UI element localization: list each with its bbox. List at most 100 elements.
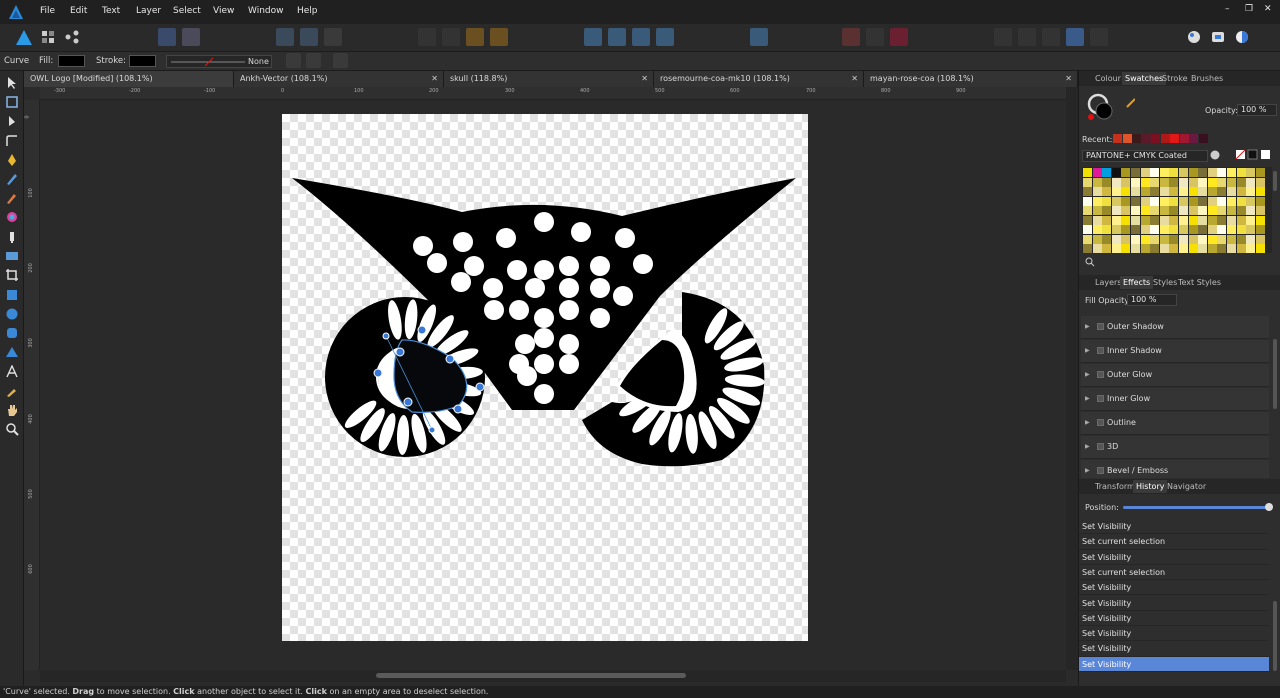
- history-item[interactable]: Set Visibility: [1079, 641, 1269, 657]
- close-tab-icon[interactable]: ✕: [1065, 74, 1072, 83]
- swatch-cell[interactable]: [1188, 177, 1198, 187]
- swatch-cell[interactable]: [1217, 206, 1227, 215]
- ruler-vertical[interactable]: 0 100 200 300 400 500 600: [24, 100, 40, 670]
- doc-tab-rosemourne[interactable]: rosemourne-coa-mk10 (108.1%) ✕: [654, 71, 864, 87]
- artboard[interactable]: [282, 114, 808, 641]
- swatch-cell[interactable]: [1207, 244, 1217, 253]
- swatch-cell[interactable]: [1227, 244, 1236, 253]
- hand-tool-icon[interactable]: [5, 403, 19, 417]
- expand-arrow-icon[interactable]: ▶: [1085, 443, 1090, 450]
- swatch-cell[interactable]: [1255, 244, 1265, 253]
- recent-swatch[interactable]: [1160, 134, 1170, 143]
- close-window-button[interactable]: ✕: [1264, 4, 1272, 14]
- swatch-cell[interactable]: [1121, 196, 1131, 206]
- order-front-button[interactable]: [490, 28, 508, 46]
- swatch-cell[interactable]: [1255, 168, 1265, 177]
- swatch-cell[interactable]: [1227, 177, 1236, 187]
- swatch-cell[interactable]: [1083, 244, 1092, 253]
- swatch-cell[interactable]: [1131, 225, 1140, 234]
- scroll-thumb[interactable]: [376, 673, 686, 678]
- swatch-cell[interactable]: [1083, 168, 1092, 177]
- swatch-cell[interactable]: [1169, 168, 1179, 177]
- swatch-cell[interactable]: [1179, 225, 1188, 234]
- swatch-cell[interactable]: [1198, 234, 1208, 244]
- menu-edit[interactable]: Edit: [70, 6, 87, 16]
- rounded-rectangle-tool-icon[interactable]: [5, 326, 19, 340]
- swatch-cell[interactable]: [1255, 215, 1265, 225]
- tab-navigator[interactable]: Navigator: [1167, 482, 1206, 491]
- recent-swatch[interactable]: [1179, 134, 1189, 143]
- swatch-cell[interactable]: [1188, 225, 1198, 234]
- close-tab-icon[interactable]: ✕: [641, 74, 648, 83]
- swatch-cell[interactable]: [1159, 177, 1169, 187]
- swatch-cell[interactable]: [1207, 206, 1217, 215]
- swatch-cell[interactable]: [1179, 206, 1188, 215]
- swatch-cell[interactable]: [1227, 225, 1236, 234]
- swatch-cell[interactable]: [1140, 206, 1150, 215]
- swatch-cell[interactable]: [1083, 187, 1092, 196]
- swatch-cell[interactable]: [1092, 225, 1102, 234]
- effect-checkbox[interactable]: [1097, 419, 1104, 426]
- swatch-cell[interactable]: [1179, 215, 1188, 225]
- slider-handle[interactable]: [1265, 503, 1273, 511]
- recent-swatch[interactable]: [1141, 134, 1151, 143]
- grid-button[interactable]: [842, 28, 860, 46]
- color-picker-tool-icon[interactable]: [5, 384, 19, 398]
- swatch-cell[interactable]: [1198, 168, 1208, 177]
- doc-tab-mayan-rose[interactable]: mayan-rose-coa (108.1%) ✕: [864, 71, 1078, 87]
- swatch-cell[interactable]: [1159, 206, 1169, 215]
- swatch-cell[interactable]: [1111, 234, 1121, 244]
- guides-button[interactable]: [866, 28, 884, 46]
- swatch-cell[interactable]: [1169, 215, 1179, 225]
- swatch-cell[interactable]: [1150, 206, 1160, 215]
- pen-tool-icon[interactable]: [5, 153, 19, 167]
- swatch-cell[interactable]: [1131, 206, 1140, 215]
- swatch-cell[interactable]: [1227, 215, 1236, 225]
- swatch-cell[interactable]: [1236, 206, 1246, 215]
- designer-persona-icon[interactable]: [14, 28, 34, 48]
- boolean-divide-button[interactable]: [1090, 28, 1108, 46]
- swatch-cell[interactable]: [1092, 215, 1102, 225]
- swatch-cell[interactable]: [1227, 168, 1236, 177]
- order-back-button[interactable]: [418, 28, 436, 46]
- swatch-cell[interactable]: [1140, 234, 1150, 244]
- swatch-cell[interactable]: [1188, 196, 1198, 206]
- swatch-cell[interactable]: [1150, 177, 1160, 187]
- menu-select[interactable]: Select: [173, 6, 201, 16]
- swatch-cell[interactable]: [1150, 196, 1160, 206]
- swatch-cell[interactable]: [1121, 244, 1131, 253]
- swatch-cell[interactable]: [1092, 196, 1102, 206]
- swatch-cell[interactable]: [1207, 196, 1217, 206]
- swatch-cell[interactable]: [1217, 177, 1227, 187]
- swatch-cell[interactable]: [1150, 244, 1160, 253]
- recent-swatch[interactable]: [1122, 134, 1132, 143]
- swatch-cell[interactable]: [1255, 177, 1265, 187]
- crop-tool-icon[interactable]: [5, 268, 19, 282]
- swatch-cell[interactable]: [1236, 244, 1246, 253]
- swatch-cell[interactable]: [1131, 215, 1140, 225]
- swatch-cell[interactable]: [1179, 244, 1188, 253]
- swatch-cell[interactable]: [1246, 225, 1256, 234]
- snapping-magnet-button[interactable]: [890, 28, 908, 46]
- recent-swatch[interactable]: [1132, 134, 1141, 143]
- snap-button[interactable]: [158, 28, 176, 46]
- swatch-cell[interactable]: [1150, 225, 1160, 234]
- swatch-cell[interactable]: [1169, 187, 1179, 196]
- move-tool-icon[interactable]: [5, 76, 19, 90]
- order-backward-button[interactable]: [442, 28, 460, 46]
- swatch-cell[interactable]: [1198, 215, 1208, 225]
- swatch-cell[interactable]: [1217, 168, 1227, 177]
- transform-mode-button[interactable]: [306, 53, 321, 68]
- boolean-add-button[interactable]: [994, 28, 1012, 46]
- menu-layer[interactable]: Layer: [136, 6, 161, 16]
- swatch-cell[interactable]: [1207, 225, 1217, 234]
- swatch-cell[interactable]: [1121, 206, 1131, 215]
- menu-help[interactable]: Help: [297, 6, 318, 16]
- tab-history[interactable]: History: [1133, 480, 1168, 493]
- swatch-cell[interactable]: [1121, 215, 1131, 225]
- swatch-cell[interactable]: [1140, 215, 1150, 225]
- flip-horizontal-button[interactable]: [584, 28, 602, 46]
- owl-artwork[interactable]: [282, 114, 808, 641]
- swatch-cell[interactable]: [1246, 206, 1256, 215]
- preferences-icon[interactable]: [1210, 29, 1226, 45]
